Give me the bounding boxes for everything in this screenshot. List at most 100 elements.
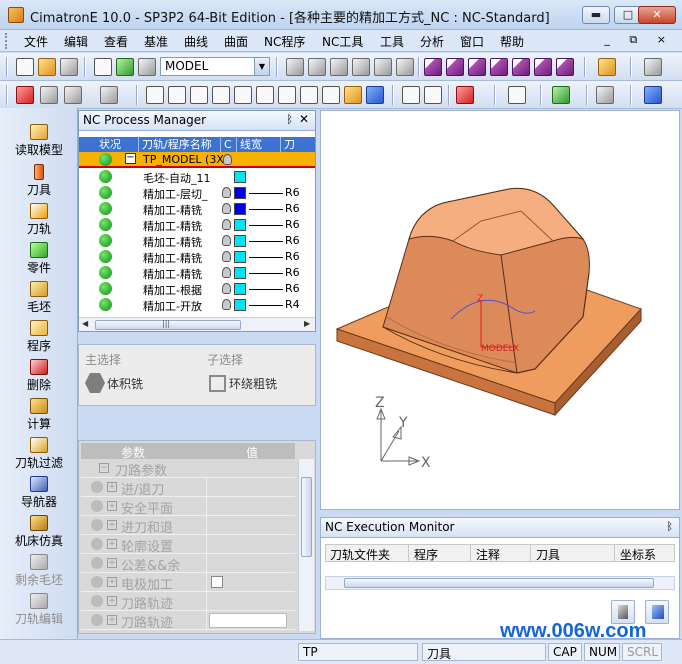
menu-nc-tools[interactable]: NC工具 [322,33,363,50]
expand-icon[interactable]: + [107,577,117,587]
open-file-icon[interactable] [38,58,56,76]
exit-monitor-button[interactable] [645,600,669,624]
sidebar-item-procedure[interactable]: 程序 [0,318,78,356]
color-swatch[interactable] [234,299,246,311]
zoom-all-icon[interactable] [286,58,304,76]
pick-point-icon[interactable] [402,86,420,104]
plane-icon[interactable] [552,86,570,104]
sketch-icon[interactable] [508,86,526,104]
column-tool[interactable]: 刀具 [536,546,560,563]
menu-view[interactable]: 查看 [104,33,128,50]
column-ucs[interactable]: 坐标系 [620,546,656,563]
vertical-scrollbar[interactable] [298,459,314,631]
light-bulb-icon[interactable] [222,299,231,310]
menu-edit[interactable]: 编辑 [64,33,88,50]
filter-edge-icon[interactable] [168,86,186,104]
tree-row[interactable]: 精加工-根据 R6 [79,281,315,297]
light-bulb-icon[interactable] [223,154,232,165]
column-comment[interactable]: 注释 [476,546,500,563]
electrode-checkbox[interactable] [211,576,223,588]
color-swatch[interactable] [234,171,246,183]
zoom-icon[interactable] [352,58,370,76]
expand-icon[interactable]: + [107,539,117,549]
collapse-icon[interactable]: − [99,463,109,473]
view-top-icon[interactable] [468,58,486,76]
tree-row[interactable]: 精加工-层切_ R6 [79,185,315,201]
expand-icon[interactable]: + [107,558,117,568]
pick-arrow-icon[interactable] [40,86,58,104]
new-file-icon[interactable] [16,58,34,76]
menu-file[interactable]: 文件 [24,33,48,50]
sidebar-item-read-model[interactable]: 读取模型 [0,122,78,160]
column-line-width[interactable]: 线宽 [237,137,281,152]
minimize-button[interactable]: ▬ [582,6,610,24]
zoom-window-icon[interactable] [308,58,326,76]
filter-datum-icon[interactable] [300,86,318,104]
sidebar-item-machine-sim[interactable]: 机床仿真 [0,513,78,551]
sidebar-item-delete[interactable]: 删除 [0,357,78,395]
sub-selection-value[interactable]: 环绕粗铣 [229,375,277,392]
column-status[interactable]: 状况 [79,137,139,152]
color-swatch[interactable] [234,283,246,295]
view-bottom-icon[interactable] [534,58,552,76]
pin-icon[interactable]: ᛒ [666,520,673,533]
sidebar-item-part[interactable]: 零件 [0,240,78,278]
light-bulb-icon[interactable] [644,58,662,76]
menu-surface[interactable]: 曲面 [224,33,248,50]
render-mode-icon[interactable] [598,58,616,76]
view-right-icon[interactable] [490,58,508,76]
tree-row[interactable]: 精加工-精铣 R6 [79,265,315,281]
save-icon[interactable] [60,58,78,76]
display-filter-icon[interactable] [138,58,156,76]
scrollbar-thumb[interactable] [344,578,654,588]
scrollbar-thumb[interactable]: ||| [95,319,241,330]
sidebar-item-toolpath[interactable]: 刀轨 [0,201,78,239]
light-bulb-icon[interactable] [222,219,231,230]
scroll-left-icon[interactable]: ◀ [82,319,88,328]
light-bulb-icon[interactable] [222,267,231,278]
parameter-row[interactable]: + 公差&&余 [81,554,295,574]
scroll-right-icon[interactable]: ▶ [304,319,310,328]
graphics-viewport[interactable]: Z MODEL X Z Y X [320,110,680,510]
light-bulb-icon[interactable] [222,203,231,214]
sidebar-item-navigator[interactable]: 导航器 [0,474,78,512]
menu-analysis[interactable]: 分析 [420,33,444,50]
measure-icon[interactable] [456,86,474,104]
color-swatch[interactable] [234,235,246,247]
column-tool[interactable]: 刀 [281,137,315,152]
color-swatch[interactable] [234,251,246,263]
swap-icon[interactable] [366,86,384,104]
layer-icon[interactable] [116,58,134,76]
light-bulb-icon[interactable] [222,235,231,246]
sidebar-item-stock[interactable]: 毛坯 [0,279,78,317]
close-button[interactable]: ✕ [638,6,676,24]
pan-icon[interactable] [374,58,392,76]
menu-tools[interactable]: 工具 [380,33,404,50]
pin-icon[interactable]: ᛒ [286,113,293,126]
sidebar-item-compute[interactable]: 计算 [0,396,78,434]
cancel-selection-icon[interactable] [16,86,34,104]
zoom-selected-icon[interactable] [330,58,348,76]
menu-datum[interactable]: 基准 [144,33,168,50]
undo-select-icon[interactable] [100,86,118,104]
collapse-icon[interactable]: − [125,153,136,164]
menu-curve[interactable]: 曲线 [184,33,208,50]
color-swatch[interactable] [234,203,246,215]
tree-row[interactable]: 精加工-开放 R4 [79,297,315,313]
expand-icon[interactable]: + [107,520,117,530]
filter-set-icon[interactable] [278,86,296,104]
parameter-row[interactable]: + 刀路轨迹 [81,611,295,631]
pick-feature-icon[interactable] [424,86,442,104]
column-toolpath-folder[interactable]: 刀轨文件夹 [330,546,390,563]
view-front-icon[interactable] [446,58,464,76]
line-icon[interactable] [596,86,614,104]
menu-window[interactable]: 窗口 [460,33,484,50]
horizontal-scrollbar[interactable]: ◀ ||| ▶ [79,317,315,331]
sidebar-item-toolpath-filter[interactable]: 刀轨过滤 [0,435,78,473]
expand-icon[interactable]: + [107,596,117,606]
model-set-combo[interactable]: MODEL ▼ [160,57,270,76]
expand-icon[interactable]: + [107,615,117,625]
parameter-row[interactable]: + 电极加工 [81,573,295,593]
parameter-value-field[interactable] [209,613,287,628]
tree-row[interactable]: 精加工-精铣 R6 [79,217,315,233]
